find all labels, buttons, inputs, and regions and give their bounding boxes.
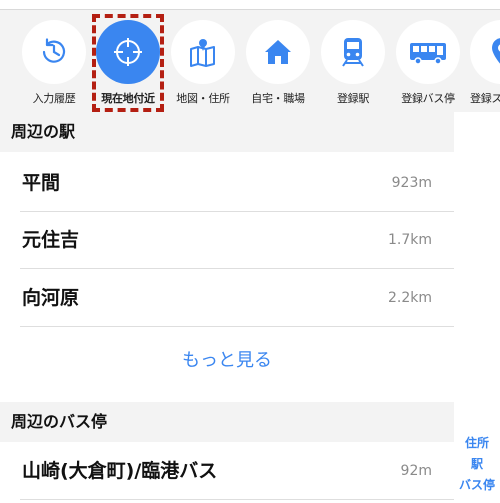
shortcut-map-address[interactable]: 地図・住所: [163, 10, 243, 112]
index-item-address[interactable]: 住所: [454, 434, 500, 451]
train-icon: [321, 20, 385, 84]
bus-stop-name: 山崎(大倉町)/臨港バス: [22, 460, 218, 482]
station-name: 向河原: [22, 287, 80, 309]
station-distance: 2.2km: [387, 290, 432, 306]
divider: [20, 326, 454, 327]
shortcut-bar: 入力履歴 現在地付近 地図・住所 自宅・職場 登録駅 登録バス停 登録ス: [0, 10, 500, 112]
shortcut-current-location[interactable]: 現在地付近: [88, 10, 168, 112]
index-item-bus-stop[interactable]: バス停: [454, 476, 500, 493]
show-more-link[interactable]: もっと見る: [0, 330, 454, 402]
current-location-icon: [96, 20, 160, 84]
section-index-bar: 住所 駅 バス停: [454, 112, 500, 503]
shortcut-registered-station[interactable]: 登録駅: [313, 10, 393, 112]
status-strip: [0, 0, 500, 10]
shortcut-registered-spot[interactable]: 登録ス: [462, 10, 500, 112]
section-header-stations: 周辺の駅: [0, 112, 454, 152]
bus-stop-distance: 92m: [400, 463, 432, 479]
shortcut-registered-bus-stop[interactable]: 登録バス停: [388, 10, 468, 112]
bus-icon: [396, 20, 460, 84]
divider: [20, 268, 454, 269]
station-name: 元住吉: [22, 229, 80, 251]
list-item-station[interactable]: 元住吉 1.7km: [0, 212, 454, 269]
shortcut-home-work[interactable]: 自宅・職場: [238, 10, 318, 112]
divider: [20, 499, 454, 500]
station-distance: 923m: [391, 175, 432, 191]
history-icon: [22, 20, 86, 84]
list-item-station[interactable]: 向河原 2.2km: [0, 270, 454, 327]
list-item-bus-stop[interactable]: 山崎(大倉町)/臨港バス 92m: [0, 443, 454, 500]
shortcut-label: 登録バス停: [401, 92, 455, 105]
home-icon: [246, 20, 310, 84]
shortcut-label: 登録ス: [470, 92, 500, 105]
section-header-bus-stops: 周辺のバス停: [0, 402, 454, 442]
index-item-station[interactable]: 駅: [454, 455, 500, 472]
station-name: 平間: [22, 172, 61, 194]
station-distance: 1.7km: [387, 232, 432, 248]
location-pin-icon: [470, 20, 500, 84]
map-pin-icon: [171, 20, 235, 84]
list-item-station[interactable]: 平間 923m: [0, 155, 454, 212]
